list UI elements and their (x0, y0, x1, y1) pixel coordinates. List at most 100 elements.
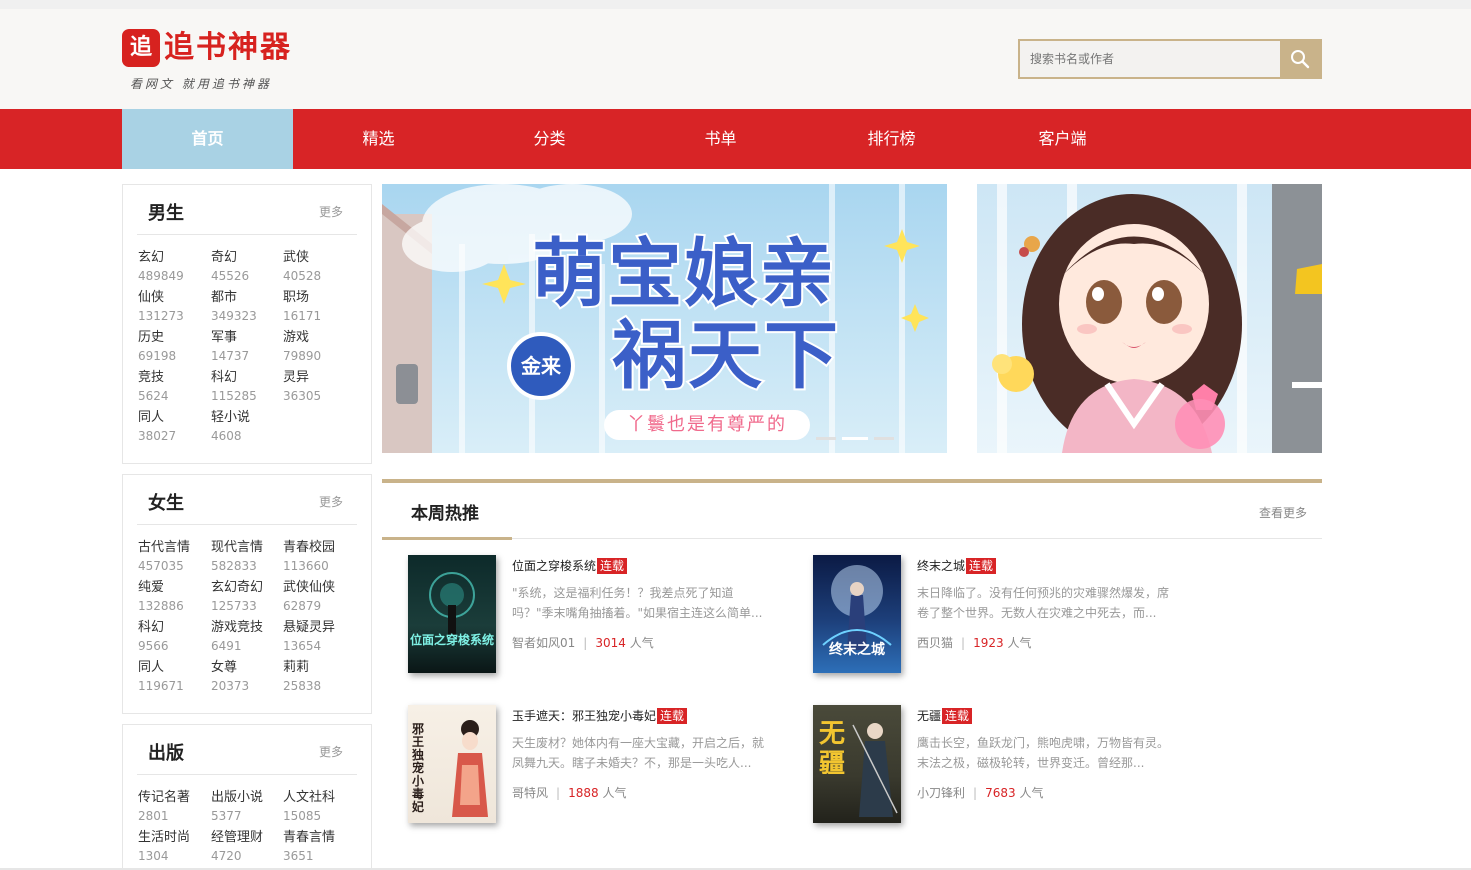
category-item[interactable]: 纯爱 132886 (138, 579, 208, 615)
banner-dot[interactable] (874, 437, 894, 440)
category-count: 4608 (211, 429, 242, 443)
category-count: 20373 (211, 679, 250, 693)
category-name: 现代言情 (211, 540, 264, 555)
category-item[interactable]: 武侠仙侠 62879 (283, 579, 353, 615)
category-item[interactable]: 生活时尚 1304 (138, 829, 208, 865)
category-item[interactable]: 现代言情 582833 (211, 539, 281, 575)
book-cover[interactable]: 无疆 (813, 705, 901, 823)
category-count: 582833 (211, 559, 257, 573)
category-item[interactable]: 同人 119671 (138, 659, 208, 695)
category-item[interactable]: 灵异 36305 (283, 369, 353, 405)
banner-publisher-badge: 金来 (507, 332, 575, 400)
category-name: 武侠 (283, 250, 310, 265)
book-card[interactable]: 无疆 无疆 连载 鹰击长空，鱼跃龙门，熊咆虎啸，万物皆有灵。末法之极，磁极轮转，世… (813, 705, 1193, 825)
category-item[interactable]: 游戏竞技 6491 (211, 619, 281, 655)
book-cover[interactable]: 邪王独宠小毒妃 (408, 705, 496, 823)
book-cover-art (429, 572, 475, 635)
category-item[interactable]: 军事 14737 (211, 329, 281, 365)
category-item[interactable]: 出版小说 5377 (211, 789, 281, 825)
category-item[interactable]: 女尊 20373 (211, 659, 281, 695)
banner-dot[interactable] (816, 437, 836, 440)
meta-separator: | (583, 636, 588, 650)
logo-name: 追书神器 (164, 30, 292, 65)
category-item[interactable]: 玄幻奇幻 125733 (211, 579, 281, 615)
panel-title: 女生 (148, 493, 184, 514)
category-name: 都市 (211, 290, 238, 305)
nav-categories[interactable]: 分类 (464, 109, 635, 169)
category-item[interactable]: 悬疑灵异 13654 (283, 619, 353, 655)
book-popularity: 1923 (973, 636, 1004, 650)
book-cover[interactable]: 终末之城 (813, 555, 901, 673)
category-name: 轻小说 (211, 410, 251, 425)
book-card[interactable]: 位面之穿梭系统 位面之穿梭系统 连载 "系统，这是福利任务！？我差点死了知道吗？"… (408, 555, 788, 675)
category-count: 40528 (283, 269, 322, 283)
nav-booklists[interactable]: 书单 (635, 109, 806, 169)
panel-more-link[interactable]: 更多 (319, 493, 343, 510)
category-name: 同人 (138, 410, 165, 425)
nav-rankings[interactable]: 排行榜 (806, 109, 977, 169)
category-item[interactable]: 竞技 5624 (138, 369, 208, 405)
category-panel-female: 女生 更多 古代言情 457035 现代言情 582833 青春校园 113660 纯… (122, 474, 372, 714)
category-count: 5377 (211, 809, 242, 823)
nav-client[interactable]: 客户端 (977, 109, 1148, 169)
category-item[interactable]: 轻小说 4608 (211, 409, 281, 445)
banner-dot-active[interactable] (842, 437, 868, 440)
category-item[interactable]: 青春校园 113660 (283, 539, 353, 575)
book-popularity: 1888 (568, 786, 599, 800)
book-card[interactable]: 终末之城 终末之城 连载 末日降临了。没有任何预兆的灾难骤然爆发，席卷了整个世界。… (813, 555, 1193, 675)
category-name: 同人 (138, 660, 165, 675)
book-title-row[interactable]: 玉手遮天：邪王独宠小毒妃 连载 (512, 707, 688, 724)
book-author[interactable]: 小刀锋利 (917, 786, 965, 800)
category-item[interactable]: 莉莉 25838 (283, 659, 353, 695)
search-button[interactable] (1280, 41, 1320, 77)
book-description: 天生废材？她体内有一座大宝藏，开启之后，就凤舞九天。瞎子未婚夫？不，那是一头吃人… (512, 736, 765, 770)
category-name: 玄幻 (138, 250, 165, 265)
category-item[interactable]: 都市 349323 (211, 289, 281, 325)
book-popularity: 7683 (985, 786, 1016, 800)
category-item[interactable]: 武侠 40528 (283, 249, 353, 285)
banner-slide-image (382, 184, 1322, 453)
panel-more-link[interactable]: 更多 (319, 203, 343, 220)
category-item[interactable]: 历史 69198 (138, 329, 208, 365)
category-item[interactable]: 奇幻 45526 (211, 249, 281, 285)
nav-home[interactable]: 首页 (122, 109, 293, 169)
book-author[interactable]: 哥特风 (512, 786, 548, 800)
category-count: 1304 (138, 849, 169, 863)
book-title-row[interactable]: 位面之穿梭系统 连载 (512, 557, 628, 574)
status-badge: 连载 (597, 558, 628, 574)
search-input[interactable] (1020, 41, 1280, 77)
panel-more-link[interactable]: 更多 (319, 743, 343, 760)
category-item[interactable]: 科幻 9566 (138, 619, 208, 655)
book-author[interactable]: 西贝猫 (917, 636, 953, 650)
site-logo[interactable]: 追 追书神器 看网文 就用追书神器 (122, 29, 312, 99)
category-item[interactable]: 古代言情 457035 (138, 539, 208, 575)
category-item[interactable]: 游戏 79890 (283, 329, 353, 365)
meta-separator: | (556, 786, 561, 800)
category-name: 纯爱 (138, 580, 165, 595)
category-item[interactable]: 人文社科 15085 (283, 789, 353, 825)
category-count: 16171 (283, 309, 322, 323)
hot-more-link[interactable]: 查看更多 (1259, 504, 1307, 521)
category-count: 113660 (283, 559, 329, 573)
hot-title-underline (382, 537, 512, 540)
category-item[interactable]: 传记名著 2801 (138, 789, 208, 825)
book-title-row[interactable]: 无疆 连载 (917, 707, 973, 724)
category-item[interactable]: 同人 38027 (138, 409, 208, 445)
category-count: 457035 (138, 559, 184, 573)
category-item[interactable]: 职场 16171 (283, 289, 353, 325)
popularity-unit: 人气 (1007, 636, 1032, 650)
meta-separator: | (961, 636, 966, 650)
book-card[interactable]: 邪王独宠小毒妃 玉手遮天：邪王独宠小毒妃 连载 天生废材？她体内有一座大宝藏，开启… (408, 705, 788, 825)
book-author[interactable]: 智者如风01 (512, 636, 575, 650)
category-item[interactable]: 仙侠 131273 (138, 289, 208, 325)
book-cover[interactable]: 位面之穿梭系统 (408, 555, 496, 673)
category-item[interactable]: 玄幻 489849 (138, 249, 208, 285)
category-item[interactable]: 经管理财 4720 (211, 829, 281, 865)
book-title-row[interactable]: 终末之城 连载 (917, 557, 997, 574)
panel-header: 男生 更多 (137, 185, 357, 235)
book-cover-title: 位面之穿梭系统 (410, 633, 494, 647)
nav-featured[interactable]: 精选 (293, 109, 464, 169)
banner-carousel[interactable]: 萌宝娘亲 祸天下 金来 丫鬟也是有尊严的 (382, 184, 1322, 453)
category-item[interactable]: 青春言情 3651 (283, 829, 353, 865)
category-item[interactable]: 科幻 115285 (211, 369, 281, 405)
